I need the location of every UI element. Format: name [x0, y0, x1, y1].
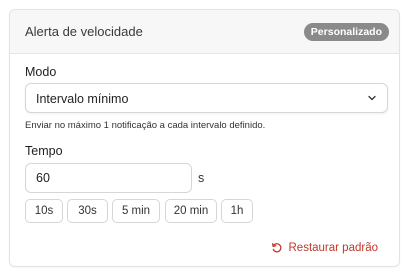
- mode-help-text: Enviar no máximo 1 notificação a cada in…: [25, 120, 266, 131]
- preset-10s-button[interactable]: 10s: [25, 199, 63, 223]
- rotate-ccw-icon: [271, 243, 281, 253]
- mode-select-value: Intervalo mínimo: [36, 92, 129, 106]
- speed-alert-card: Alerta de velocidade Personalizado Modo …: [9, 9, 400, 267]
- preset-5min-button[interactable]: 5 min: [112, 199, 160, 223]
- restore-default-label: Restaurar padrão: [288, 242, 379, 254]
- time-input[interactable]: [25, 163, 192, 193]
- card-header: Alerta de velocidade Personalizado: [10, 10, 399, 54]
- chevron-down-icon: [368, 95, 376, 101]
- time-label: Tempo: [25, 144, 63, 158]
- card-title: Alerta de velocidade: [25, 24, 143, 39]
- mode-label: Modo: [25, 65, 57, 79]
- mode-select[interactable]: Intervalo mínimo: [25, 83, 388, 113]
- time-unit: s: [198, 171, 205, 185]
- preset-20min-button[interactable]: 20 min: [165, 199, 217, 223]
- status-badge: Personalizado: [303, 23, 389, 41]
- restore-default-button[interactable]: Restaurar padrão: [271, 240, 379, 256]
- preset-1h-button[interactable]: 1h: [221, 199, 253, 223]
- preset-30s-button[interactable]: 30s: [67, 199, 108, 223]
